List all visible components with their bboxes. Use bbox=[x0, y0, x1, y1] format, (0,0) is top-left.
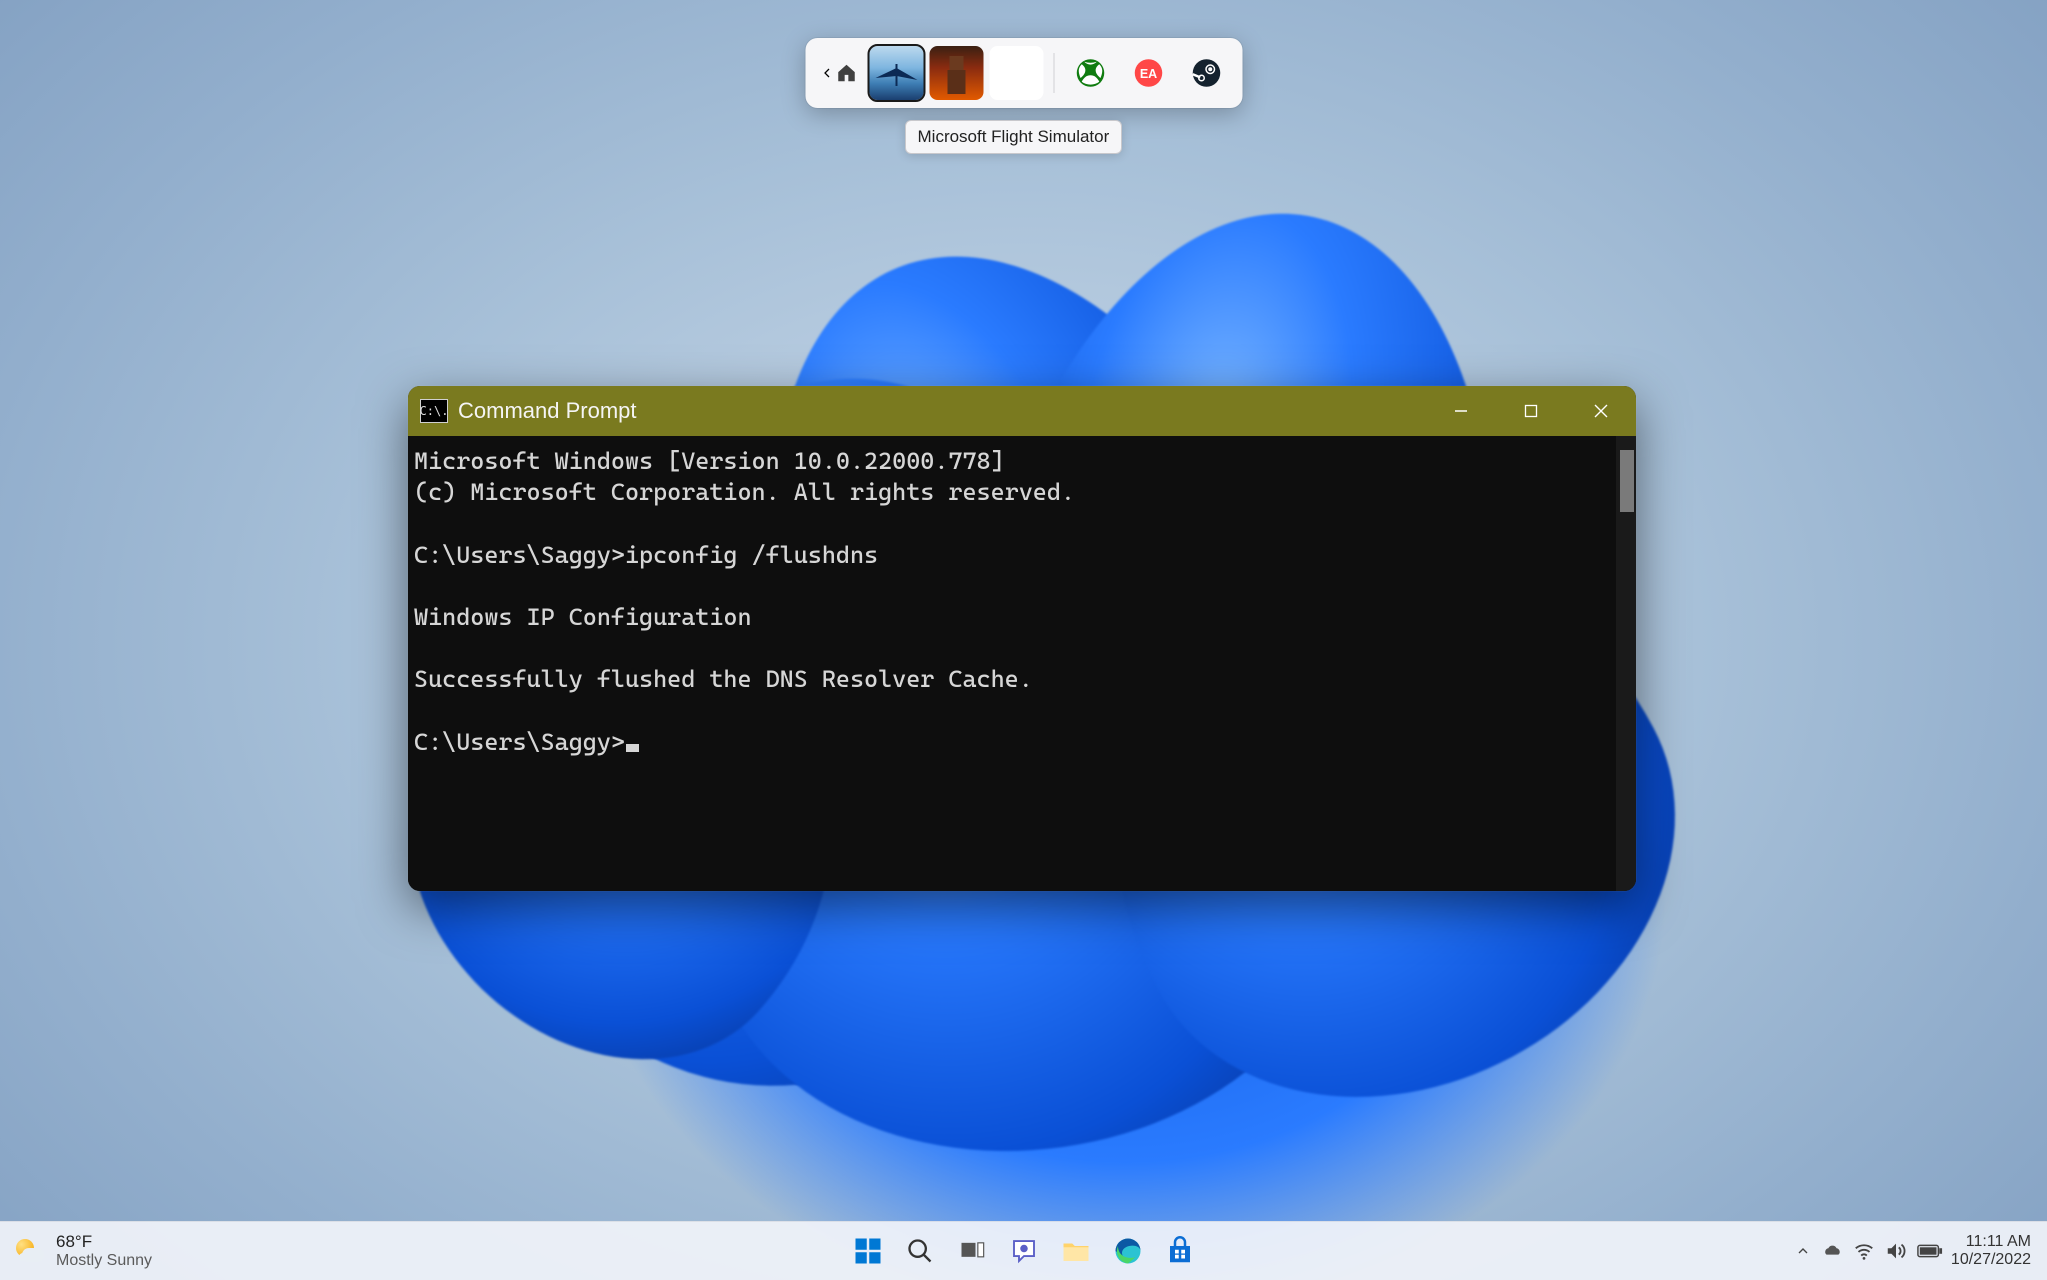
wifi-tray-icon[interactable] bbox=[1853, 1240, 1875, 1262]
edge-icon bbox=[1113, 1236, 1143, 1266]
taskbar-weather-widget[interactable]: 68°F Mostly Sunny bbox=[0, 1233, 152, 1269]
flight-sim-thumbnail bbox=[869, 46, 923, 100]
battery-tray-icon[interactable] bbox=[1917, 1242, 1943, 1260]
windows-icon bbox=[853, 1236, 883, 1266]
gamebar-home-button[interactable] bbox=[815, 60, 863, 86]
search-icon bbox=[906, 1237, 934, 1265]
chat-icon bbox=[1009, 1236, 1039, 1266]
tooltip-text: Microsoft Flight Simulator bbox=[918, 127, 1110, 146]
folder-icon bbox=[1061, 1236, 1091, 1266]
minimize-button[interactable] bbox=[1426, 386, 1496, 436]
clock-date: 10/27/2022 bbox=[1951, 1251, 2031, 1269]
taskbar-clock[interactable]: 11:11 AM 10/27/2022 bbox=[1951, 1233, 2031, 1270]
task-view-icon bbox=[958, 1237, 986, 1265]
home-icon bbox=[835, 62, 857, 84]
launcher-steam[interactable] bbox=[1186, 53, 1226, 93]
xbox-icon bbox=[1075, 58, 1105, 88]
close-button[interactable] bbox=[1566, 386, 1636, 436]
gamebar-widget: EA bbox=[805, 38, 1242, 108]
game-tile-flight-simulator[interactable] bbox=[869, 46, 923, 100]
command-prompt-titlebar[interactable]: C:\. Command Prompt bbox=[408, 386, 1636, 436]
minecraft-thumbnail bbox=[929, 46, 983, 100]
maximize-button[interactable] bbox=[1496, 386, 1566, 436]
weather-condition: Mostly Sunny bbox=[56, 1252, 152, 1270]
window-title: Command Prompt bbox=[458, 398, 637, 424]
launcher-ea[interactable]: EA bbox=[1128, 53, 1168, 93]
gamebar-separator bbox=[1053, 53, 1054, 93]
game-tile-forza[interactable] bbox=[989, 46, 1043, 100]
launcher-xbox[interactable] bbox=[1070, 53, 1110, 93]
store-button[interactable] bbox=[1159, 1230, 1201, 1272]
file-explorer-button[interactable] bbox=[1055, 1230, 1097, 1272]
game-tooltip: Microsoft Flight Simulator bbox=[905, 120, 1123, 154]
close-icon bbox=[1593, 403, 1609, 419]
cmd-line: Microsoft Windows [Version 10.0.22000.77… bbox=[414, 447, 1005, 475]
clock-time: 11:11 AM bbox=[1951, 1233, 2031, 1251]
cmd-line: C:\Users\Saggy>ipconfig /flushdns bbox=[414, 541, 878, 569]
chat-button[interactable] bbox=[1003, 1230, 1045, 1272]
command-prompt-body[interactable]: Microsoft Windows [Version 10.0.22000.77… bbox=[408, 436, 1636, 891]
edge-button[interactable] bbox=[1107, 1230, 1149, 1272]
weather-temp: 68°F bbox=[56, 1233, 152, 1252]
scrollbar-track[interactable] bbox=[1616, 436, 1636, 891]
chevron-left-icon bbox=[821, 67, 833, 79]
minimize-icon bbox=[1453, 403, 1469, 419]
cmd-line: (c) Microsoft Corporation. All rights re… bbox=[414, 478, 1075, 506]
cmd-line: Successfully flushed the DNS Resolver Ca… bbox=[414, 665, 1033, 693]
store-icon bbox=[1165, 1236, 1195, 1266]
svg-text:EA: EA bbox=[1139, 67, 1156, 81]
task-view-button[interactable] bbox=[951, 1230, 993, 1272]
maximize-icon bbox=[1523, 403, 1539, 419]
onedrive-tray-icon[interactable] bbox=[1821, 1240, 1843, 1262]
command-prompt-window: C:\. Command Prompt Microsoft Windows [V… bbox=[408, 386, 1636, 891]
cmd-line: Windows IP Configuration bbox=[414, 603, 752, 631]
volume-tray-icon[interactable] bbox=[1885, 1240, 1907, 1262]
game-tile-minecraft-dungeons[interactable] bbox=[929, 46, 983, 100]
start-button[interactable] bbox=[847, 1230, 889, 1272]
search-button[interactable] bbox=[899, 1230, 941, 1272]
cursor bbox=[626, 744, 639, 752]
scrollbar-thumb[interactable] bbox=[1620, 450, 1634, 512]
ea-icon: EA bbox=[1133, 58, 1163, 88]
steam-icon bbox=[1191, 58, 1221, 88]
weather-icon bbox=[14, 1235, 46, 1267]
show-hidden-icons-button[interactable] bbox=[1795, 1243, 1811, 1259]
command-prompt-icon: C:\. bbox=[420, 399, 448, 423]
cmd-line: C:\Users\Saggy> bbox=[414, 728, 625, 756]
taskbar: 68°F Mostly Sunny bbox=[0, 1221, 2047, 1280]
